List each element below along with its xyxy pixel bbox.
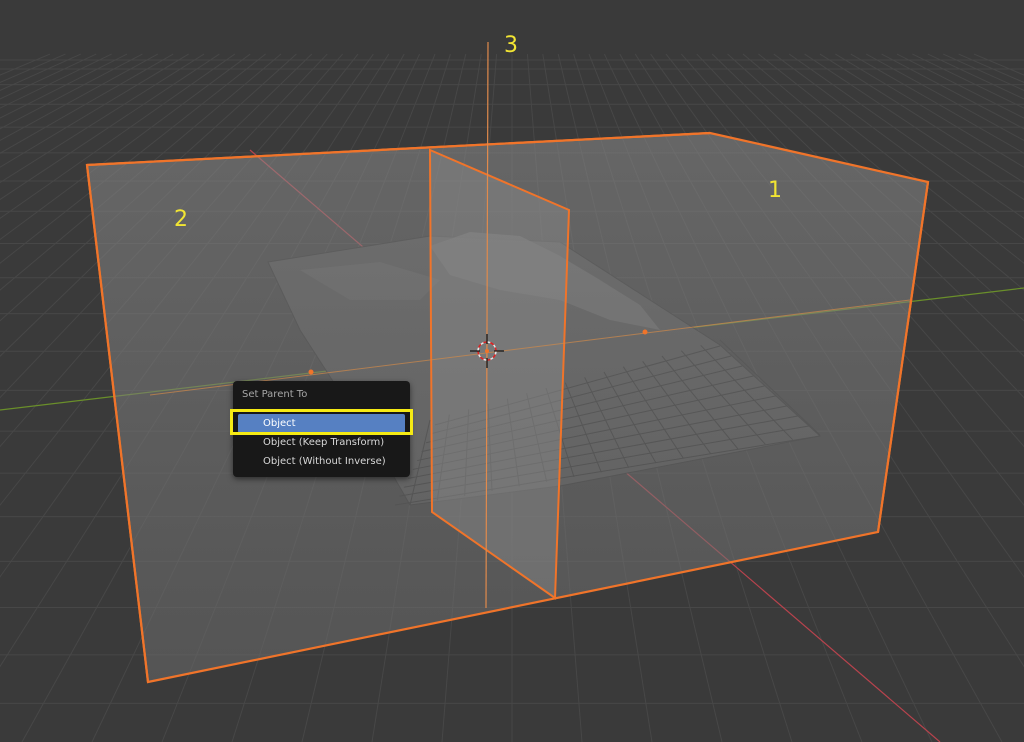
annotation-label-1: 1	[768, 178, 782, 203]
menu-item-object-keep-transform[interactable]: Object (Keep Transform)	[238, 433, 405, 452]
set-parent-context-menu: Set Parent To Object Object (Keep Transf…	[233, 381, 410, 477]
origin-point-right[interactable]	[642, 329, 648, 335]
menu-item-object[interactable]: Object	[238, 414, 405, 433]
annotation-label-2: 2	[174, 207, 188, 232]
menu-title: Set Parent To	[242, 389, 308, 400]
origin-point-left[interactable]	[308, 369, 314, 375]
3d-viewport[interactable]: 1 2 3 Set Parent To Object Object (Keep …	[0, 0, 1024, 742]
menu-item-object-without-inverse[interactable]: Object (Without Inverse)	[238, 452, 405, 471]
viewport-scene[interactable]	[0, 0, 1024, 742]
annotation-label-3: 3	[504, 33, 518, 58]
